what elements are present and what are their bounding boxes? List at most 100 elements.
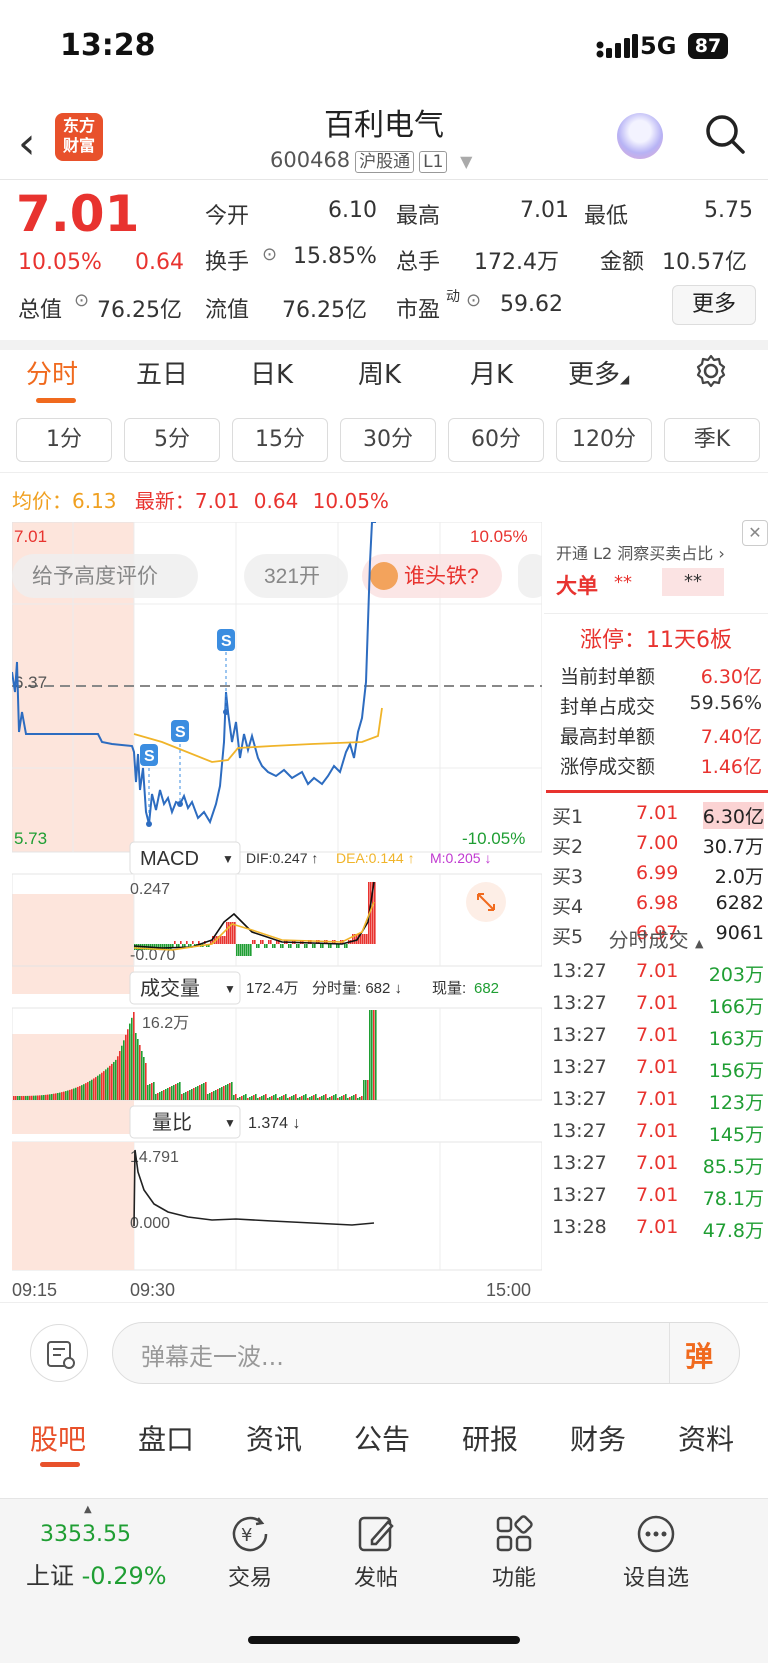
sell-marker[interactable]: S [140, 744, 158, 824]
caret-icon: ◢ [620, 372, 630, 386]
volume-bar [369, 1010, 371, 1100]
macd-bar [174, 941, 176, 944]
volume-bar [23, 1095, 25, 1100]
macd-bar [312, 944, 314, 948]
edit-icon [358, 1516, 394, 1552]
tick-price: 7.01 [636, 1152, 679, 1174]
danmu-input[interactable]: 弹幕走一波... 弹 [112, 1322, 740, 1384]
latest-change: 0.64 [253, 489, 299, 513]
nav-post[interactable]: 发帖 [326, 1512, 426, 1592]
dropdown-icon[interactable]: ▼ [460, 152, 472, 171]
volume-bar [85, 1083, 87, 1100]
interval-1min[interactable]: 1分 [16, 418, 112, 462]
info-icon[interactable]: ⊙ [74, 290, 89, 311]
interval-30min[interactable]: 30分 [340, 418, 436, 462]
volume-bar [339, 1097, 341, 1100]
tab-profile[interactable]: 资料 [678, 1418, 734, 1458]
volume-bar [261, 1096, 263, 1100]
tab-five-day[interactable]: 五日 [136, 354, 188, 391]
tab-news[interactable]: 资讯 [246, 1418, 302, 1458]
tab-research[interactable]: 研报 [462, 1418, 518, 1458]
tick-row: 13:27 7.01 156万 [544, 1056, 768, 1088]
macd-bar [362, 934, 364, 944]
tick-volume: 47.8万 [702, 1220, 764, 1242]
interval-120min[interactable]: 120分 [556, 418, 652, 462]
volume-bar [255, 1094, 257, 1100]
high-label: 最高 [396, 204, 441, 229]
turnover-value: 15.85% [293, 244, 377, 269]
volume-bar [15, 1095, 17, 1100]
macd-bar [180, 941, 182, 944]
tick-row: 13:27 7.01 166万 [544, 992, 768, 1024]
bid-row[interactable]: 买2 7.00 30.7万 [544, 832, 768, 862]
intraday-chart[interactable]: 7.01 10.05% 6.37 5.73 -10.05% 给予高度评价 321… [12, 522, 542, 1302]
volume-bar [89, 1080, 91, 1100]
info-icon[interactable]: ⊙ [262, 244, 277, 265]
interval-15min[interactable]: 15分 [232, 418, 328, 462]
tick-volume: 166万 [708, 996, 764, 1018]
tab-daily-k[interactable]: 日K [250, 354, 293, 391]
macd-bar [364, 934, 366, 944]
macd-bar [226, 922, 228, 944]
bid-price: 7.01 [636, 802, 679, 824]
macd-bar [260, 940, 262, 944]
tab-orderbook[interactable]: 盘口 [138, 1418, 194, 1458]
volume-bar [65, 1091, 67, 1100]
bid-row[interactable]: 买1 7.01 6.30亿 [544, 802, 768, 832]
close-icon[interactable]: ✕ [742, 520, 768, 546]
interval-quarter-k[interactable]: 季K [664, 418, 760, 462]
volume-bar [127, 1029, 129, 1100]
sell-marker[interactable]: S [171, 720, 189, 804]
nav-functions[interactable]: 功能 [464, 1512, 564, 1592]
bid-row[interactable]: 买4 6.98 6282 [544, 892, 768, 922]
settings-gear-icon[interactable] [694, 354, 728, 388]
danmu-chip[interactable] [518, 554, 542, 598]
expand-icon[interactable] [466, 882, 506, 922]
tick-row: 13:27 7.01 78.1万 [544, 1184, 768, 1216]
volume-bar [139, 1045, 141, 1100]
tick-volume: 123万 [708, 1092, 764, 1114]
macd-bar [258, 944, 260, 948]
macd-bar [270, 940, 272, 944]
volume-bar [365, 1080, 367, 1100]
more-button[interactable]: 更多 [672, 285, 756, 325]
tick-time: 13:27 [552, 960, 607, 982]
macd-bar [248, 944, 250, 956]
tab-monthly-k[interactable]: 月K [470, 354, 513, 391]
macd-bar [266, 944, 268, 948]
volume-bar [169, 1087, 171, 1100]
volume-bar [39, 1095, 41, 1100]
nav-trade[interactable]: ¥ 交易 [200, 1512, 300, 1592]
tab-more[interactable]: 更多◢ [568, 354, 629, 391]
index-summary[interactable]: 上证 -0.29% [26, 1556, 167, 1591]
danmu-settings-icon[interactable] [30, 1324, 88, 1382]
macd-bar [274, 944, 276, 948]
tab-weekly-k[interactable]: 周K [358, 354, 401, 391]
volume-bar [235, 1094, 237, 1100]
volume-bar [241, 1096, 243, 1100]
volume-bar [111, 1063, 113, 1100]
info-icon[interactable]: ⊙ [466, 290, 481, 311]
bid-row[interactable]: 买3 6.99 2.0万 [544, 862, 768, 892]
interval-5min[interactable]: 5分 [124, 418, 220, 462]
nav-watchlist[interactable]: 设自选 [606, 1512, 706, 1592]
danmu-send-button[interactable]: 弹 [685, 1335, 713, 1375]
volume-bar [207, 1094, 209, 1100]
tick-volume: 85.5万 [702, 1156, 764, 1178]
tab-forum[interactable]: 股吧 [30, 1418, 86, 1458]
index-name: 上证 [26, 1562, 74, 1590]
volume-bar [105, 1069, 107, 1100]
limit-stat-row: 最高封单额 7.40亿 [544, 722, 768, 752]
bid-level: 买4 [552, 896, 584, 918]
l2-upsell-link[interactable]: 开通 L2 洞察买卖占比 › [556, 540, 725, 564]
index-value[interactable]: 3353.55 [40, 1522, 131, 1547]
tab-announcements[interactable]: 公告 [354, 1418, 410, 1458]
big-order-val1: ** [614, 572, 632, 593]
search-icon[interactable] [704, 113, 746, 155]
tab-financials[interactable]: 财务 [570, 1418, 626, 1458]
interval-60min[interactable]: 60分 [448, 418, 544, 462]
stock-code-row[interactable]: 600468 沪股通 L1 ▼ [270, 147, 472, 173]
ticks-title[interactable]: 分时成交 ▲ [544, 924, 768, 953]
tab-intraday[interactable]: 分时 [26, 354, 78, 391]
assistant-robot-icon[interactable] [617, 113, 663, 159]
